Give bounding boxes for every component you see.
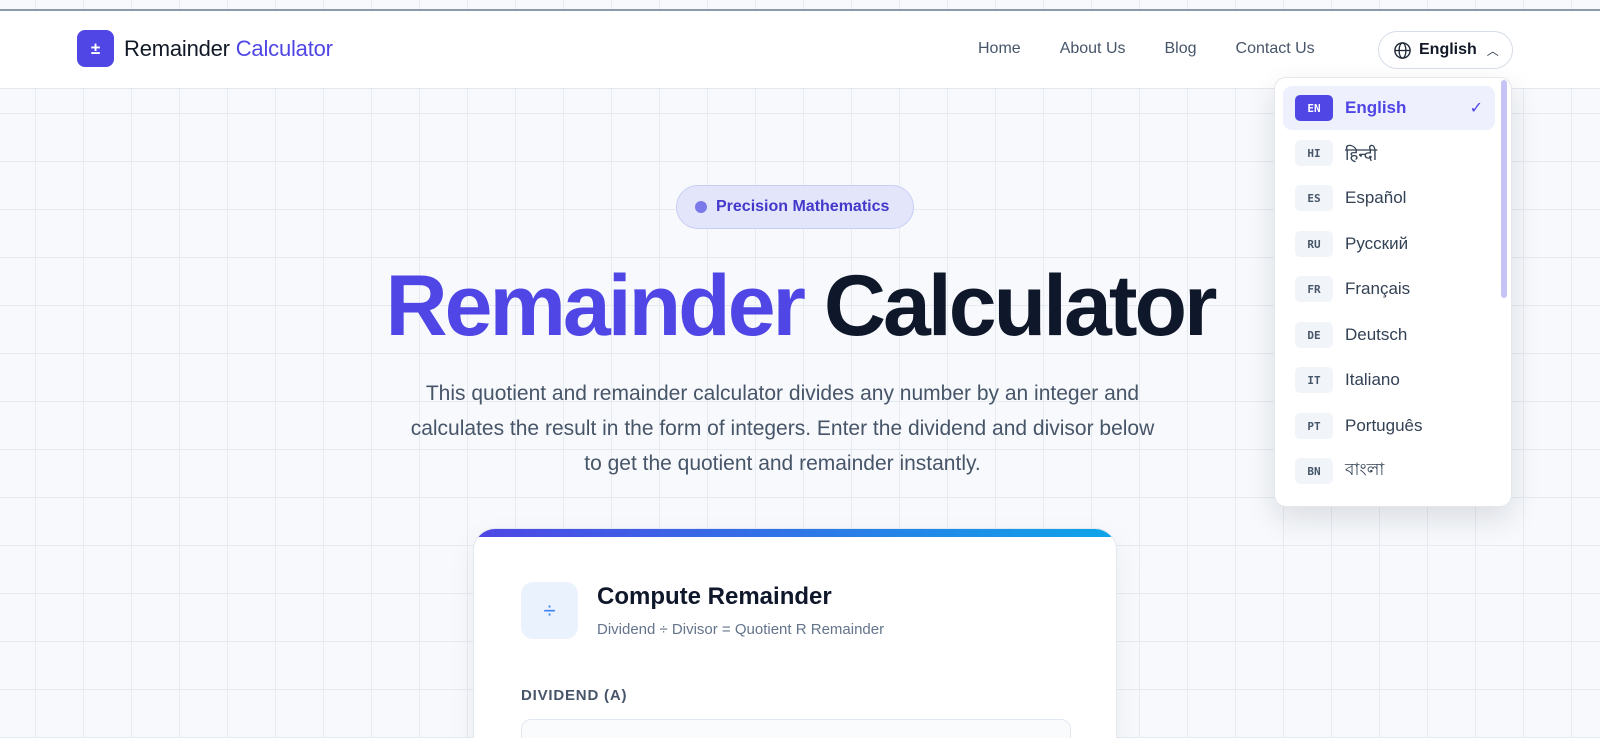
plus-minus-icon: ± bbox=[77, 30, 114, 67]
language-name: Русский bbox=[1345, 234, 1409, 253]
language-option-pt[interactable]: PT Português bbox=[1283, 404, 1495, 448]
dividend-input[interactable] bbox=[521, 719, 1071, 738]
language-name: Italiano bbox=[1345, 370, 1400, 389]
nav-home[interactable]: Home bbox=[978, 40, 1021, 58]
card-subtitle: Dividend ÷ Divisor = Quotient R Remainde… bbox=[597, 621, 885, 638]
language-code: DE bbox=[1295, 322, 1333, 348]
nav-about-us[interactable]: About Us bbox=[1060, 40, 1126, 58]
language-code: IT bbox=[1295, 367, 1333, 393]
checkmark-icon: ✓ bbox=[1469, 100, 1483, 117]
nav-contact-us[interactable]: Contact Us bbox=[1236, 40, 1315, 58]
language-name: Deutsch bbox=[1345, 325, 1408, 344]
language-option-ru[interactable]: RU Русский bbox=[1283, 222, 1495, 266]
card-title: Compute Remainder bbox=[597, 583, 832, 610]
language-code: HI bbox=[1295, 140, 1333, 166]
language-option-it[interactable]: IT Italiano bbox=[1283, 358, 1495, 402]
globe-icon bbox=[1394, 41, 1411, 59]
language-name: Español bbox=[1345, 188, 1407, 207]
language-button-label: English bbox=[1419, 41, 1477, 58]
calculator-card: ÷ Compute Remainder Dividend ÷ Divisor =… bbox=[473, 528, 1117, 738]
dropdown-scrollbar[interactable] bbox=[1501, 80, 1507, 298]
language-code: ES bbox=[1295, 185, 1333, 211]
hero-description: This quotient and remainder calculator d… bbox=[410, 382, 1155, 475]
logo-accent: Calculator bbox=[235, 35, 333, 61]
hero-badge-label: Precision Mathematics bbox=[716, 198, 890, 215]
language-option-es[interactable]: ES Español bbox=[1283, 176, 1495, 220]
dividend-label: DIVIDEND (A) bbox=[521, 687, 628, 704]
language-option-fr[interactable]: FR Français bbox=[1283, 267, 1495, 311]
language-dropdown: EN English ✓ HI हिन्दी ES Español RU Рус… bbox=[1274, 77, 1512, 507]
logo-text: Remainder Calculator bbox=[124, 36, 333, 62]
language-code: EN bbox=[1295, 95, 1333, 121]
language-name: Français bbox=[1345, 279, 1411, 298]
language-option-bn[interactable]: BN বাংলা bbox=[1283, 449, 1495, 493]
main-nav: Home About Us Blog Contact Us bbox=[978, 40, 1315, 58]
title-dark: Calculator bbox=[823, 258, 1218, 354]
divide-icon: ÷ bbox=[521, 582, 578, 639]
page-title: Remainder Calculator bbox=[380, 258, 1220, 354]
site-logo[interactable]: ± Remainder Calculator bbox=[77, 30, 333, 67]
language-option-hi[interactable]: HI हिन्दी bbox=[1283, 131, 1495, 175]
title-accent: Remainder bbox=[385, 258, 806, 354]
language-name: Português bbox=[1345, 416, 1423, 435]
card-accent-bar bbox=[474, 529, 1116, 537]
language-code: FR bbox=[1295, 276, 1333, 302]
logo-prefix: Remainder bbox=[124, 35, 230, 61]
language-name: English bbox=[1345, 98, 1407, 117]
language-option-de[interactable]: DE Deutsch bbox=[1283, 313, 1495, 357]
badge-dot-icon bbox=[695, 201, 707, 213]
language-code: PT bbox=[1295, 413, 1333, 439]
language-code: BN bbox=[1295, 458, 1333, 484]
language-name: বাংলা bbox=[1345, 460, 1385, 479]
nav-blog[interactable]: Blog bbox=[1165, 40, 1197, 58]
language-name: हिन्दी bbox=[1345, 144, 1378, 164]
hero-badge: Precision Mathematics bbox=[676, 185, 914, 229]
language-button[interactable]: English ︿ bbox=[1378, 31, 1513, 69]
language-code: RU bbox=[1295, 231, 1333, 257]
chevron-up-icon: ︿ bbox=[1486, 43, 1499, 58]
language-option-en[interactable]: EN English ✓ bbox=[1283, 86, 1495, 130]
